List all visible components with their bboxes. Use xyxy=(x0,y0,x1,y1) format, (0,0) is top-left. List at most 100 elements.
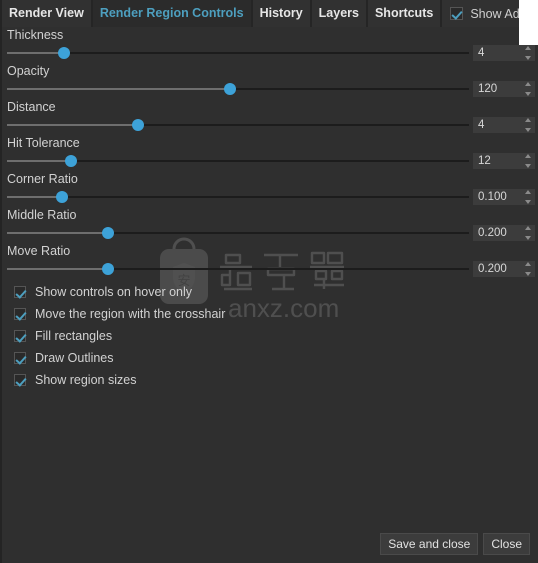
tab-history[interactable]: History xyxy=(252,0,310,27)
slider-label: Distance xyxy=(7,100,56,114)
slider-track-filled xyxy=(61,196,469,198)
tab-render-view[interactable]: Render View xyxy=(2,0,91,27)
slider-handle[interactable] xyxy=(224,83,237,95)
slider-handle[interactable] xyxy=(101,227,114,239)
tab-label: History xyxy=(259,6,303,21)
slider-list: Thickness 4 Opacity 120 Distance 4 Hit Toleran… xyxy=(2,27,538,279)
checkmark-icon[interactable] xyxy=(14,330,26,342)
slider-track[interactable] xyxy=(7,225,469,241)
checkmark-icon[interactable] xyxy=(450,7,464,20)
tab-shortcuts[interactable]: Shortcuts xyxy=(367,0,441,27)
option-label: Move the region with the crosshair xyxy=(35,307,226,321)
spinner-up-icon[interactable] xyxy=(525,226,531,230)
slider-value: 0.200 xyxy=(478,263,507,275)
slider-value: 120 xyxy=(478,83,498,95)
tab-label: Render View xyxy=(9,6,84,21)
checkmark-icon[interactable] xyxy=(14,308,26,320)
spinner-arrows[interactable] xyxy=(525,190,532,204)
slider-track-filled xyxy=(230,88,469,90)
spinner-up-icon[interactable] xyxy=(525,190,531,194)
spinner-down-icon[interactable] xyxy=(525,128,531,132)
spinner-arrows[interactable] xyxy=(525,262,532,276)
tab-label: Shortcuts xyxy=(374,6,434,21)
slider-handle[interactable] xyxy=(101,263,114,275)
slider-row: Corner Ratio 0.100 xyxy=(2,171,538,207)
slider-row: Middle Ratio 0.200 xyxy=(2,207,538,243)
slider-row: Distance 4 xyxy=(2,99,538,135)
checkmark-icon[interactable] xyxy=(14,286,26,298)
slider-value-spinbox[interactable]: 4 xyxy=(473,117,535,133)
slider-label: Opacity xyxy=(7,64,50,78)
tab-layers[interactable]: Layers xyxy=(311,0,366,27)
spinner-down-icon[interactable] xyxy=(525,236,531,240)
spinner-up-icon[interactable] xyxy=(525,118,531,122)
slider-handle[interactable] xyxy=(55,191,68,203)
slider-handle[interactable] xyxy=(64,155,77,167)
footer-buttons: Save and close Close xyxy=(380,533,530,555)
spinner-arrows[interactable] xyxy=(525,154,532,168)
slider-label: Move Ratio xyxy=(7,244,71,258)
option-checkbox-row[interactable]: Show controls on hover only xyxy=(2,281,402,303)
spinner-down-icon[interactable] xyxy=(525,92,531,96)
option-checkbox-row[interactable]: Move the region with the crosshair xyxy=(2,303,402,325)
tab-bar: Render View Render Region Controls Histo… xyxy=(2,0,538,27)
slider-handle[interactable] xyxy=(131,119,144,131)
slider-value-spinbox[interactable]: 4 xyxy=(473,45,535,61)
spinner-down-icon[interactable] xyxy=(525,200,531,204)
slider-value-spinbox[interactable]: 0.200 xyxy=(473,261,535,277)
slider-label: Corner Ratio xyxy=(7,172,78,186)
spinner-up-icon[interactable] xyxy=(525,262,531,266)
option-checkbox-row[interactable]: Draw Outlines xyxy=(2,347,402,369)
slider-value-spinbox[interactable]: 0.100 xyxy=(473,189,535,205)
slider-value: 4 xyxy=(478,119,485,131)
option-label: Show controls on hover only xyxy=(35,285,193,299)
checkmark-icon[interactable] xyxy=(14,352,26,364)
spinner-down-icon[interactable] xyxy=(525,164,531,168)
options-checkbox-list: Show controls on hover only Move the regi… xyxy=(2,281,402,391)
spinner-up-icon[interactable] xyxy=(525,154,531,158)
slider-row: Opacity 120 xyxy=(2,63,538,99)
spinner-arrows[interactable] xyxy=(525,46,532,60)
spinner-up-icon[interactable] xyxy=(525,46,531,50)
checkmark-icon[interactable] xyxy=(14,374,26,386)
spinner-down-icon[interactable] xyxy=(525,56,531,60)
slider-track-filled xyxy=(63,52,469,54)
slider-track[interactable] xyxy=(7,81,469,97)
spinner-down-icon[interactable] xyxy=(525,272,531,276)
slider-label: Thickness xyxy=(7,28,64,42)
save-and-close-button[interactable]: Save and close xyxy=(380,533,479,555)
tab-label: Layers xyxy=(318,6,359,21)
tab-render-region-controls[interactable]: Render Region Controls xyxy=(92,0,251,27)
option-label: Show region sizes xyxy=(35,373,137,387)
slider-track-filled xyxy=(107,268,469,270)
option-checkbox-row[interactable]: Fill rectangles xyxy=(2,325,402,347)
option-checkbox-row[interactable]: Show region sizes xyxy=(2,369,402,391)
spinner-arrows[interactable] xyxy=(525,82,532,96)
slider-track-filled xyxy=(70,160,469,162)
slider-value: 0.200 xyxy=(478,227,507,239)
slider-handle[interactable] xyxy=(57,47,70,59)
slider-track[interactable] xyxy=(7,261,469,277)
slider-value-spinbox[interactable]: 12 xyxy=(473,153,535,169)
option-label: Fill rectangles xyxy=(35,329,113,343)
slider-row: Thickness 4 xyxy=(2,27,538,63)
slider-track[interactable] xyxy=(7,117,469,133)
slider-row: Move Ratio 0.200 xyxy=(2,243,538,279)
slider-label: Hit Tolerance xyxy=(7,136,80,150)
slider-track[interactable] xyxy=(7,153,469,169)
slider-label: Middle Ratio xyxy=(7,208,77,222)
slider-row: Hit Tolerance 12 xyxy=(2,135,538,171)
tab-label: Render Region Controls xyxy=(99,6,244,21)
slider-value-spinbox[interactable]: 0.200 xyxy=(473,225,535,241)
spinner-arrows[interactable] xyxy=(525,118,532,132)
close-button[interactable]: Close xyxy=(483,533,530,555)
slider-track[interactable] xyxy=(7,189,469,205)
spinner-up-icon[interactable] xyxy=(525,82,531,86)
slider-value: 0.100 xyxy=(478,191,507,203)
slider-value: 4 xyxy=(478,47,485,59)
slider-track[interactable] xyxy=(7,45,469,61)
slider-track-filled xyxy=(137,124,469,126)
spinner-arrows[interactable] xyxy=(525,226,532,240)
slider-value-spinbox[interactable]: 120 xyxy=(473,81,535,97)
render-region-controls-panel: Render View Render Region Controls Histo… xyxy=(0,0,538,563)
